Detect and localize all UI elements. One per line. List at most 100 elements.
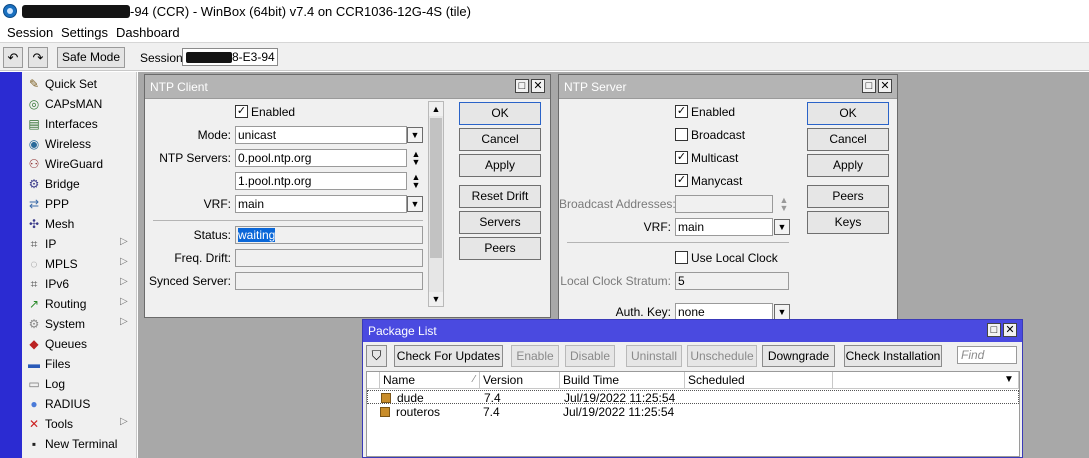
ntp-servers-label: NTP Servers: — [159, 151, 231, 165]
maximize-icon[interactable]: □ — [515, 79, 529, 93]
menu-session[interactable]: Session — [7, 25, 53, 40]
ntp-client-scrollbar[interactable]: ▲ ▼ — [428, 101, 444, 307]
sidebar-item-bridge[interactable]: ⚙ Bridge — [22, 174, 136, 194]
mode-value: unicast — [238, 128, 277, 142]
find-input[interactable]: Find — [957, 346, 1017, 364]
cell-build-time: Jul/19/2022 11:25:54 — [564, 391, 676, 405]
close-icon[interactable]: ✕ — [531, 79, 545, 93]
disable-button[interactable]: Disable — [565, 345, 615, 367]
scroll-down-icon[interactable]: ▼ — [429, 292, 443, 306]
mode-select[interactable]: unicast — [235, 126, 407, 144]
auth-key-dropdown-icon[interactable]: ▼ — [774, 304, 790, 320]
close-icon[interactable]: ✕ — [878, 79, 892, 93]
sidebar-item-tools[interactable]: ✕ Tools ▷ — [22, 414, 136, 434]
sidebar-item-routing[interactable]: ↗ Routing ▷ — [22, 294, 136, 314]
redo-icon[interactable]: ↷ — [28, 47, 48, 68]
use-local-clock-checkbox[interactable] — [675, 251, 688, 264]
ntp-server-2-field[interactable]: 1.pool.ntp.org — [235, 172, 407, 190]
sidebar-item-mesh[interactable]: ✣ Mesh — [22, 214, 136, 234]
scroll-thumb[interactable] — [430, 118, 442, 258]
broadcast-checkbox[interactable] — [675, 128, 688, 141]
sidebar-item-log[interactable]: ▭ Log — [22, 374, 136, 394]
safe-mode-button[interactable]: Safe Mode — [57, 47, 125, 68]
ok-button[interactable]: OK — [807, 102, 889, 125]
sidebar-item-mpls[interactable]: ◌ MPLS ▷ — [22, 254, 136, 274]
submenu-arrow-icon: ▷ — [120, 316, 128, 327]
check-for-updates-button[interactable]: Check For Updates — [394, 345, 503, 367]
keys-button[interactable]: Keys — [807, 211, 889, 234]
ntp-server-titlebar[interactable]: NTP Server □ ✕ — [559, 75, 897, 99]
cancel-button[interactable]: Cancel — [807, 128, 889, 151]
menu-settings[interactable]: Settings — [61, 25, 108, 40]
sidebar-item-system[interactable]: ⚙ System ▷ — [22, 314, 136, 334]
sidebar-item-quick-set[interactable]: ✎ Quick Set — [22, 74, 136, 94]
sidebar-item-ip[interactable]: ⌗ IP ▷ — [22, 234, 136, 254]
sidebar-item-interfaces[interactable]: ▤ Interfaces — [22, 114, 136, 134]
unschedule-button[interactable]: Unschedule — [687, 345, 757, 367]
table-row[interactable]: dude 7.4 Jul/19/2022 11:25:54 — [367, 390, 1019, 405]
column-header-build-time[interactable]: Build Time — [560, 372, 685, 389]
scroll-up-icon[interactable]: ▲ — [429, 102, 443, 116]
sidebar-item-new-terminal[interactable]: ▪ New Terminal — [22, 434, 136, 454]
ntp-server-2-updown-icon[interactable]: ▲ ▼ — [409, 173, 423, 191]
sidebar-item-files[interactable]: ▬ Files — [22, 354, 136, 374]
apply-button[interactable]: Apply — [459, 154, 541, 177]
manycast-checkbox[interactable]: ✓ — [675, 174, 688, 187]
ntp-server-1-updown-icon[interactable]: ▲ ▼ — [409, 150, 423, 168]
sidebar-item-radius[interactable]: ● RADIUS — [22, 394, 136, 414]
sidebar-item-label: Log — [45, 377, 66, 391]
vrf-label: VRF: — [643, 220, 671, 234]
broadcast-addresses-label: Broadcast Addresses: — [559, 197, 676, 211]
quick-set-icon: ✎ — [28, 77, 40, 91]
sidebar-item-label: MPLS — [45, 257, 78, 271]
ntp-server-1-field[interactable]: 0.pool.ntp.org — [235, 149, 407, 167]
queues-icon: ◆ — [29, 337, 39, 351]
broadcast-addresses-updown-icon: ▲ ▼ — [779, 195, 789, 213]
close-icon[interactable]: ✕ — [1003, 323, 1017, 337]
undo-icon[interactable]: ↶ — [3, 47, 23, 68]
sidebar-item-label: Routing — [45, 297, 87, 311]
filter-icon[interactable]: ⛉ — [366, 345, 387, 367]
menu-dashboard[interactable]: Dashboard — [116, 25, 180, 40]
window-titlebar: -94 (CCR) - WinBox (64bit) v7.4 on CCR10… — [0, 0, 1089, 22]
enable-button[interactable]: Enable — [511, 345, 559, 367]
mode-dropdown-icon[interactable]: ▼ — [407, 127, 423, 143]
cancel-button[interactable]: Cancel — [459, 128, 541, 151]
maximize-icon[interactable]: □ — [862, 79, 876, 93]
ok-button[interactable]: OK — [459, 102, 541, 125]
columns-dropdown-icon[interactable]: ▼ — [1004, 374, 1014, 385]
sidebar-item-capsman[interactable]: ◎ CAPsMAN — [22, 94, 136, 114]
ntp-client-titlebar[interactable]: NTP Client □ ✕ — [145, 75, 550, 99]
reset-drift-button[interactable]: Reset Drift — [459, 185, 541, 208]
sidebar-item-wireguard[interactable]: ⚇ WireGuard — [22, 154, 136, 174]
column-header-version[interactable]: Version — [480, 372, 560, 389]
maximize-icon[interactable]: □ — [987, 323, 1001, 337]
peers-button[interactable]: Peers — [459, 237, 541, 260]
log-icon: ▭ — [28, 377, 40, 391]
table-row[interactable]: routeros 7.4 Jul/19/2022 11:25:54 — [367, 405, 1019, 419]
synced-server-label: Synced Server: — [148, 274, 231, 288]
vrf-dropdown-icon[interactable]: ▼ — [407, 196, 423, 212]
downgrade-button[interactable]: Downgrade — [762, 345, 835, 367]
apply-button[interactable]: Apply — [807, 154, 889, 177]
vrf-select[interactable]: main — [235, 195, 407, 213]
window-title: -94 (CCR) - WinBox (64bit) v7.4 on CCR10… — [130, 4, 471, 19]
peers-button[interactable]: Peers — [807, 185, 889, 208]
menu-bar: Session Settings Dashboard — [0, 22, 1089, 42]
column-header-scheduled[interactable]: Scheduled — [685, 372, 833, 389]
ntp-server-enabled-checkbox[interactable]: ✓ — [675, 105, 688, 118]
servers-button[interactable]: Servers — [459, 211, 541, 234]
multicast-checkbox[interactable]: ✓ — [675, 151, 688, 164]
sidebar-item-wireless[interactable]: ◉ Wireless — [22, 134, 136, 154]
sidebar-item-ipv6[interactable]: ⌗ IPv6 ▷ — [22, 274, 136, 294]
ntp-client-enabled-checkbox[interactable]: ✓ — [235, 105, 248, 118]
vrf-select[interactable]: main — [675, 218, 773, 236]
check-installation-button[interactable]: Check Installation — [844, 345, 942, 367]
vrf-dropdown-icon[interactable]: ▼ — [774, 219, 790, 235]
sidebar-item-queues[interactable]: ◆ Queues — [22, 334, 136, 354]
session-label: Session: — [140, 51, 187, 65]
package-list-titlebar[interactable]: Package List □ ✕ — [363, 320, 1022, 342]
uninstall-button[interactable]: Uninstall — [626, 345, 682, 367]
sidebar-item-ppp[interactable]: ⇄ PPP — [22, 194, 136, 214]
column-header-name[interactable]: Name ⁄ — [380, 372, 480, 389]
